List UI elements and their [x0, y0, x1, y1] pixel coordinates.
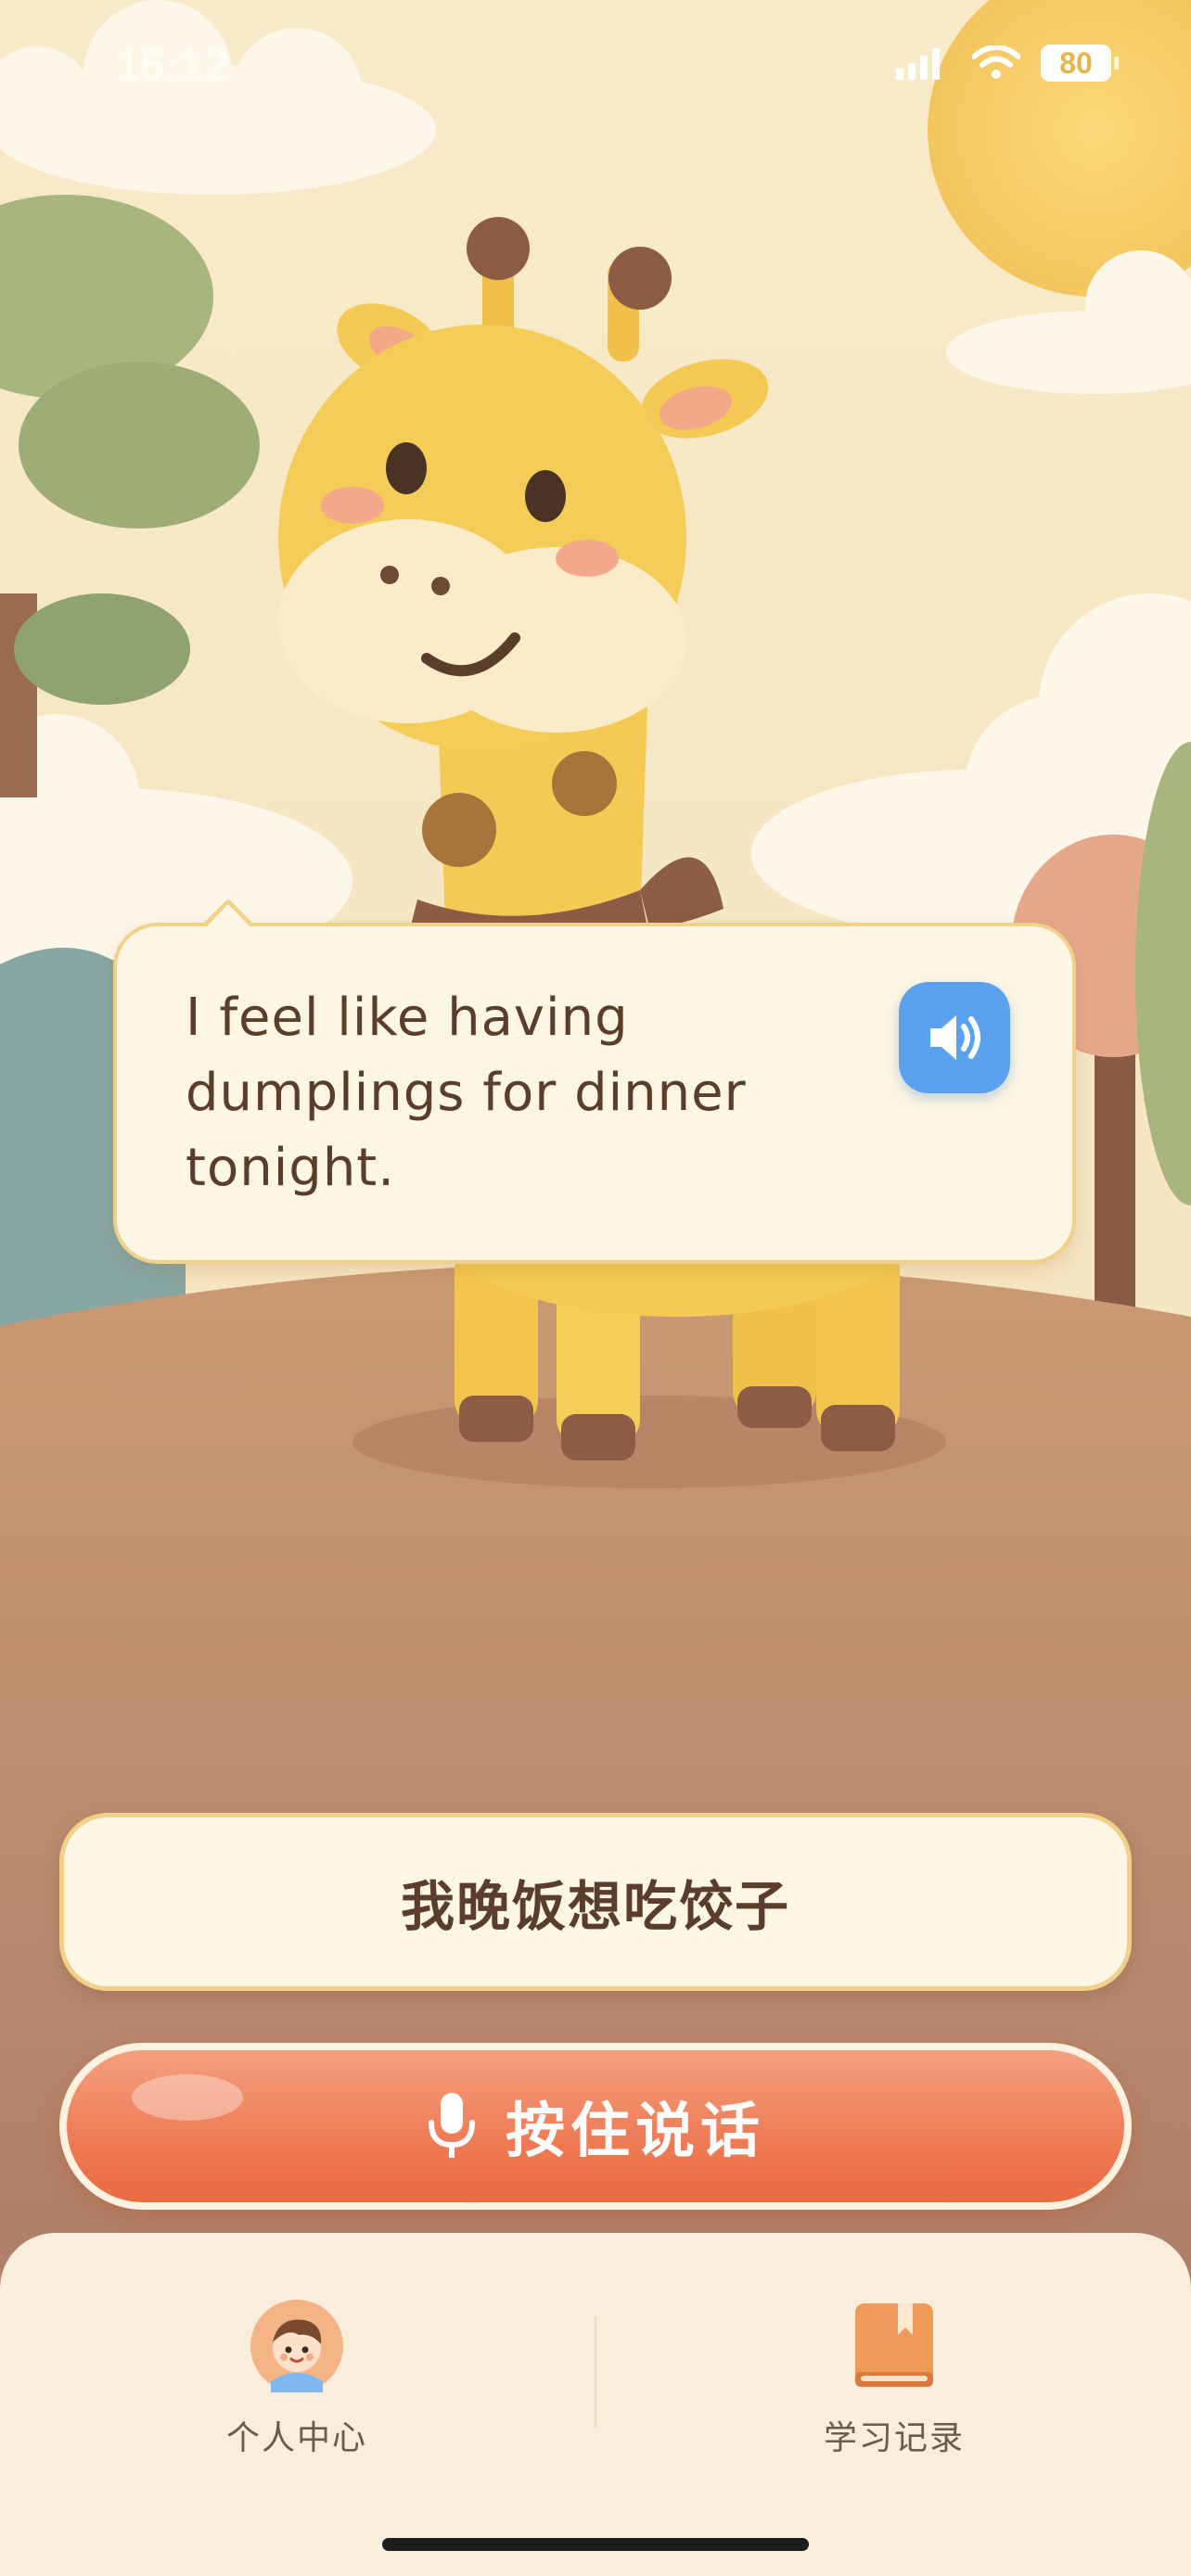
button-gloss	[132, 2074, 243, 2121]
speaker-icon	[930, 1015, 980, 1060]
talk-label: 按住说话	[506, 2098, 765, 2166]
signal-icon	[896, 48, 940, 80]
wifi-icon	[972, 45, 1020, 79]
tab-divider	[595, 2316, 596, 2428]
child-avatar-icon	[250, 2300, 343, 2392]
tab-profile[interactable]: 个人中心	[148, 2300, 445, 2459]
tab-learning-records-label: 学习记录	[823, 2419, 965, 2457]
microphone-icon	[429, 2093, 475, 2158]
book-icon	[855, 2303, 933, 2387]
bubble-tail	[200, 899, 256, 928]
hold-to-talk-button[interactable]: 按住说话	[59, 2043, 1132, 2210]
play-audio-button[interactable]	[899, 982, 1010, 1093]
home-indicator	[382, 2538, 809, 2551]
tab-bar: 个人中心 学习记录	[0, 2233, 1191, 2576]
english-sentence: I feel like having dumplings for dinner …	[186, 988, 747, 1198]
speech-bubble: I feel like having dumplings for dinner …	[113, 899, 1076, 1264]
chinese-translation: 我晚饭想吃饺子	[400, 1875, 790, 1938]
status-icons: 80	[896, 45, 1119, 82]
translation-box: 我晚饭想吃饺子	[59, 1813, 1132, 1991]
status-bar: 15:12 80	[0, 0, 1191, 139]
battery-icon: 80	[1041, 45, 1119, 82]
tab-learning-records[interactable]: 学习记录	[746, 2300, 1043, 2459]
status-time: 15:12	[115, 42, 229, 91]
tab-profile-label: 个人中心	[225, 2419, 367, 2457]
